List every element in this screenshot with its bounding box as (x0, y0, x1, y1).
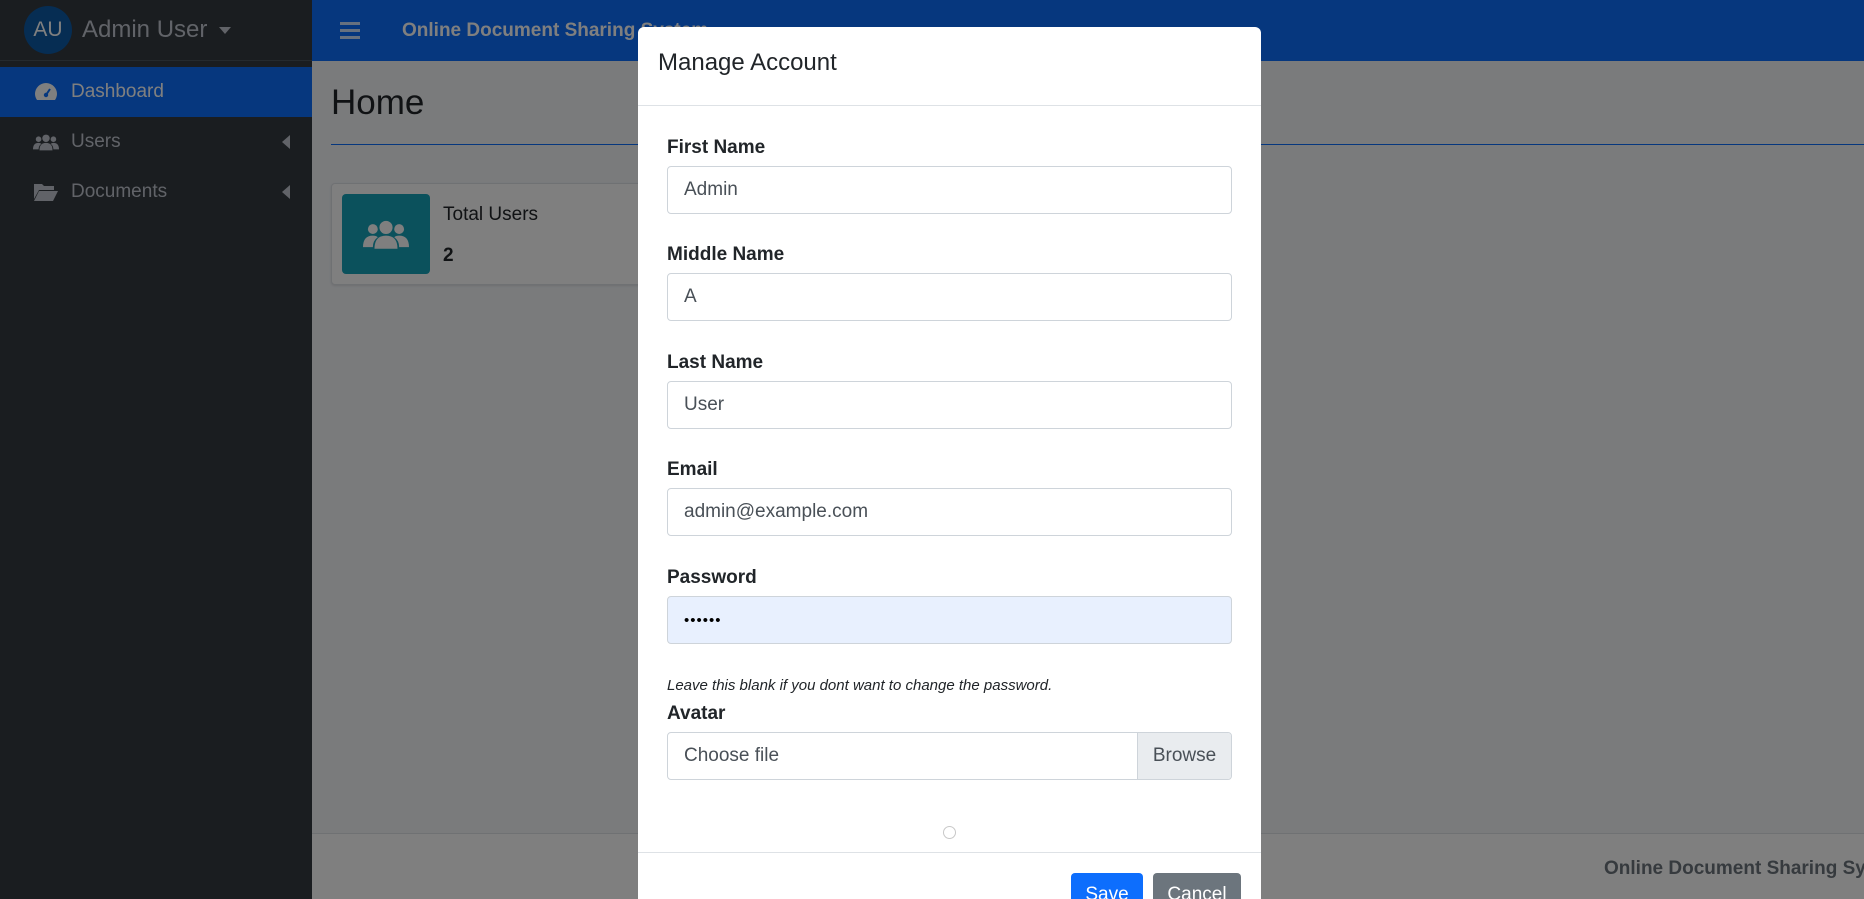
modal-body: First Name Admin Middle Name A Last Name… (638, 106, 1261, 852)
avatar-preview-image (943, 826, 956, 839)
middle-name-field[interactable]: A (667, 273, 1232, 321)
last-name-field[interactable]: User (667, 381, 1232, 429)
manage-account-modal: Manage Account First Name Admin Middle N… (638, 27, 1261, 899)
avatar-file-input[interactable]: Choose file Browse (667, 732, 1232, 780)
first-name-label: First Name (667, 137, 766, 158)
password-help-text: Leave this blank if you dont want to cha… (667, 677, 1053, 694)
avatar-label: Avatar (667, 703, 726, 724)
email-label: Email (667, 459, 718, 480)
middle-name-label: Middle Name (667, 244, 785, 265)
modal-footer: Save Cancel (638, 852, 1261, 899)
password-value: •••••• (684, 611, 722, 629)
save-button[interactable]: Save (1071, 873, 1143, 899)
last-name-label: Last Name (667, 352, 764, 373)
browse-button[interactable]: Browse (1137, 733, 1231, 779)
first-name-field[interactable]: Admin (667, 166, 1232, 214)
modal-header: Manage Account (638, 27, 1261, 106)
file-input-label: Choose file (684, 745, 780, 766)
modal-title: Manage Account (658, 49, 837, 76)
email-field[interactable]: admin@example.com (667, 488, 1232, 536)
password-field[interactable]: •••••• (667, 596, 1232, 644)
password-label: Password (667, 567, 757, 588)
cancel-button[interactable]: Cancel (1153, 873, 1241, 899)
